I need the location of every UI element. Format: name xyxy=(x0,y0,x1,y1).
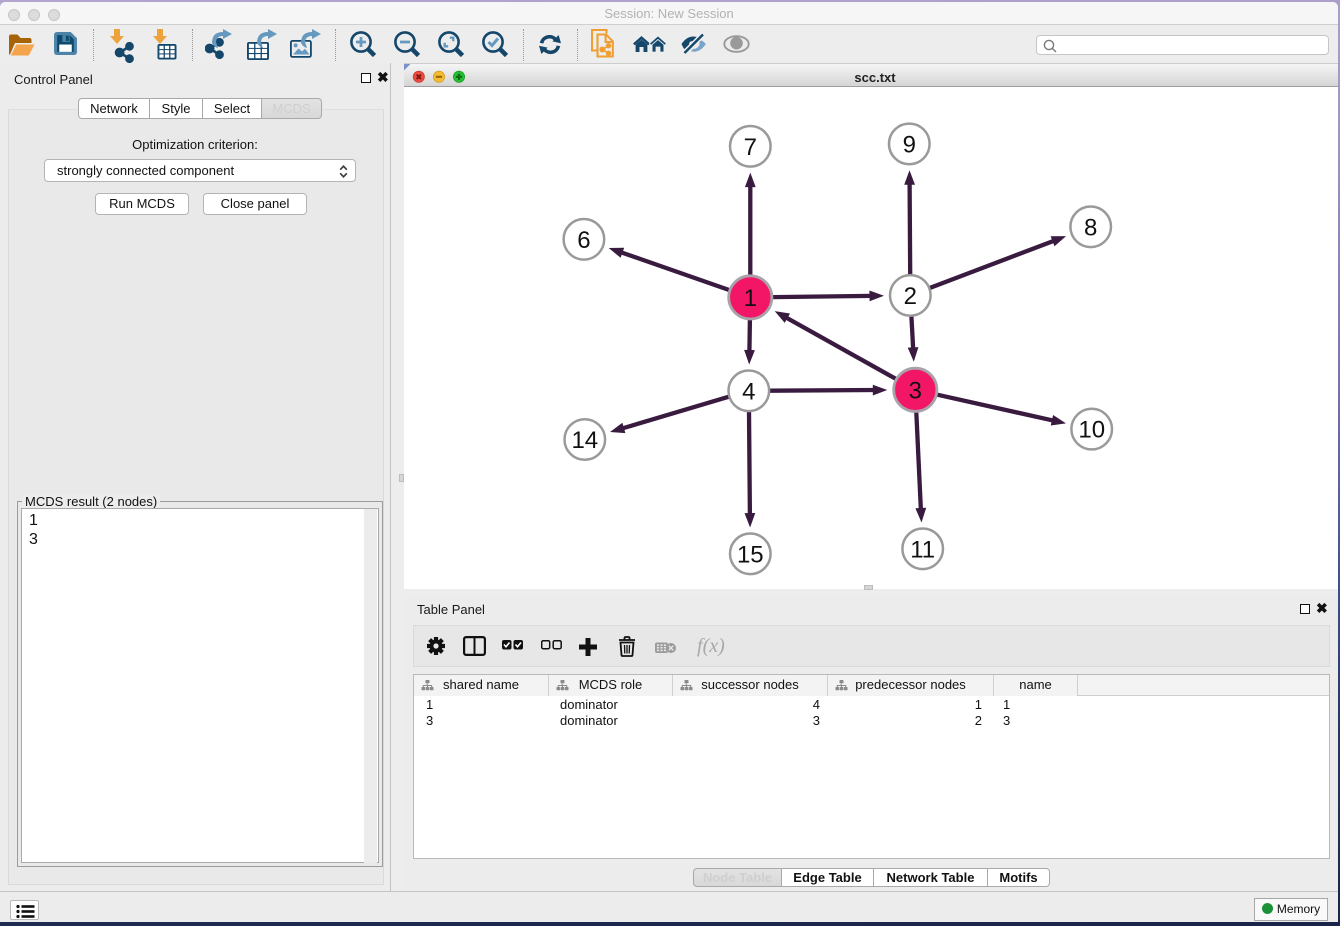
svg-text:10: 10 xyxy=(1078,417,1105,444)
svg-text:4: 4 xyxy=(742,378,755,405)
svg-text:2: 2 xyxy=(904,283,917,310)
svg-text:11: 11 xyxy=(910,536,935,563)
svg-text:9: 9 xyxy=(903,131,916,158)
svg-text:15: 15 xyxy=(737,541,764,568)
svg-text:6: 6 xyxy=(577,227,590,254)
svg-text:7: 7 xyxy=(744,134,757,161)
svg-text:1: 1 xyxy=(744,285,757,312)
svg-text:3: 3 xyxy=(909,377,922,404)
svg-text:14: 14 xyxy=(571,427,598,454)
svg-text:8: 8 xyxy=(1084,214,1097,241)
